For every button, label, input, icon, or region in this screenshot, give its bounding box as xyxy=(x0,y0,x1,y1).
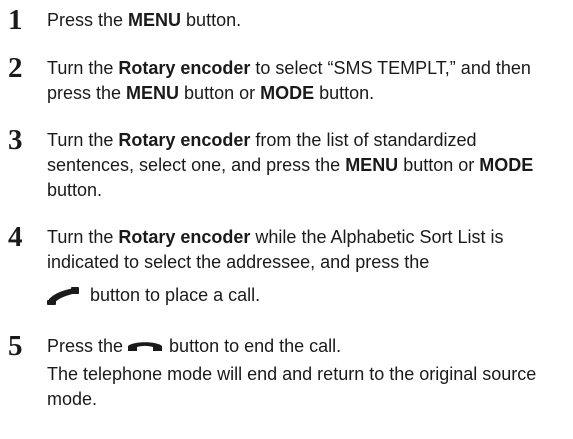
step-3: 3 Turn the Rotary encoder from the list … xyxy=(8,124,568,203)
step-text: Press the MENU button. xyxy=(47,10,242,30)
step-number: 5 xyxy=(8,330,23,362)
step-5: 5 Press the button to end the call. The t… xyxy=(8,330,568,412)
step-number: 2 xyxy=(8,52,23,84)
key-label: MODE xyxy=(479,155,534,175)
phone-send-icon xyxy=(47,286,79,314)
instruction-steps: 1 Press the MENU button. 2 Turn the Rota… xyxy=(8,4,568,412)
step-text-icon-line: button to place a call. xyxy=(47,281,568,314)
step-number: 4 xyxy=(8,221,23,253)
phone-end-icon xyxy=(127,337,163,362)
step-text: Turn the Rotary encoder to select “SMS T… xyxy=(47,58,531,103)
step-number: 1 xyxy=(8,4,23,36)
key-label: MENU xyxy=(126,83,180,103)
key-label: Rotary encoder xyxy=(118,130,251,150)
key-label: Rotary encoder xyxy=(118,58,251,78)
step-text: The telephone mode will end and return t… xyxy=(47,364,537,409)
step-text: Turn the Rotary encoder while the Alphab… xyxy=(47,227,504,272)
key-label: MODE xyxy=(260,83,315,103)
step-2: 2 Turn the Rotary encoder to select “SMS… xyxy=(8,52,568,106)
step-4: 4 Turn the Rotary encoder while the Alph… xyxy=(8,221,568,314)
key-label: Rotary encoder xyxy=(118,227,251,247)
key-label: MENU xyxy=(345,155,399,175)
key-label: MENU xyxy=(128,10,182,30)
step-1: 1 Press the MENU button. xyxy=(8,4,568,36)
step-text: Press the button to end the call. xyxy=(47,334,568,362)
step-number: 3 xyxy=(8,124,23,156)
step-text: Turn the Rotary encoder from the list of… xyxy=(47,130,534,200)
